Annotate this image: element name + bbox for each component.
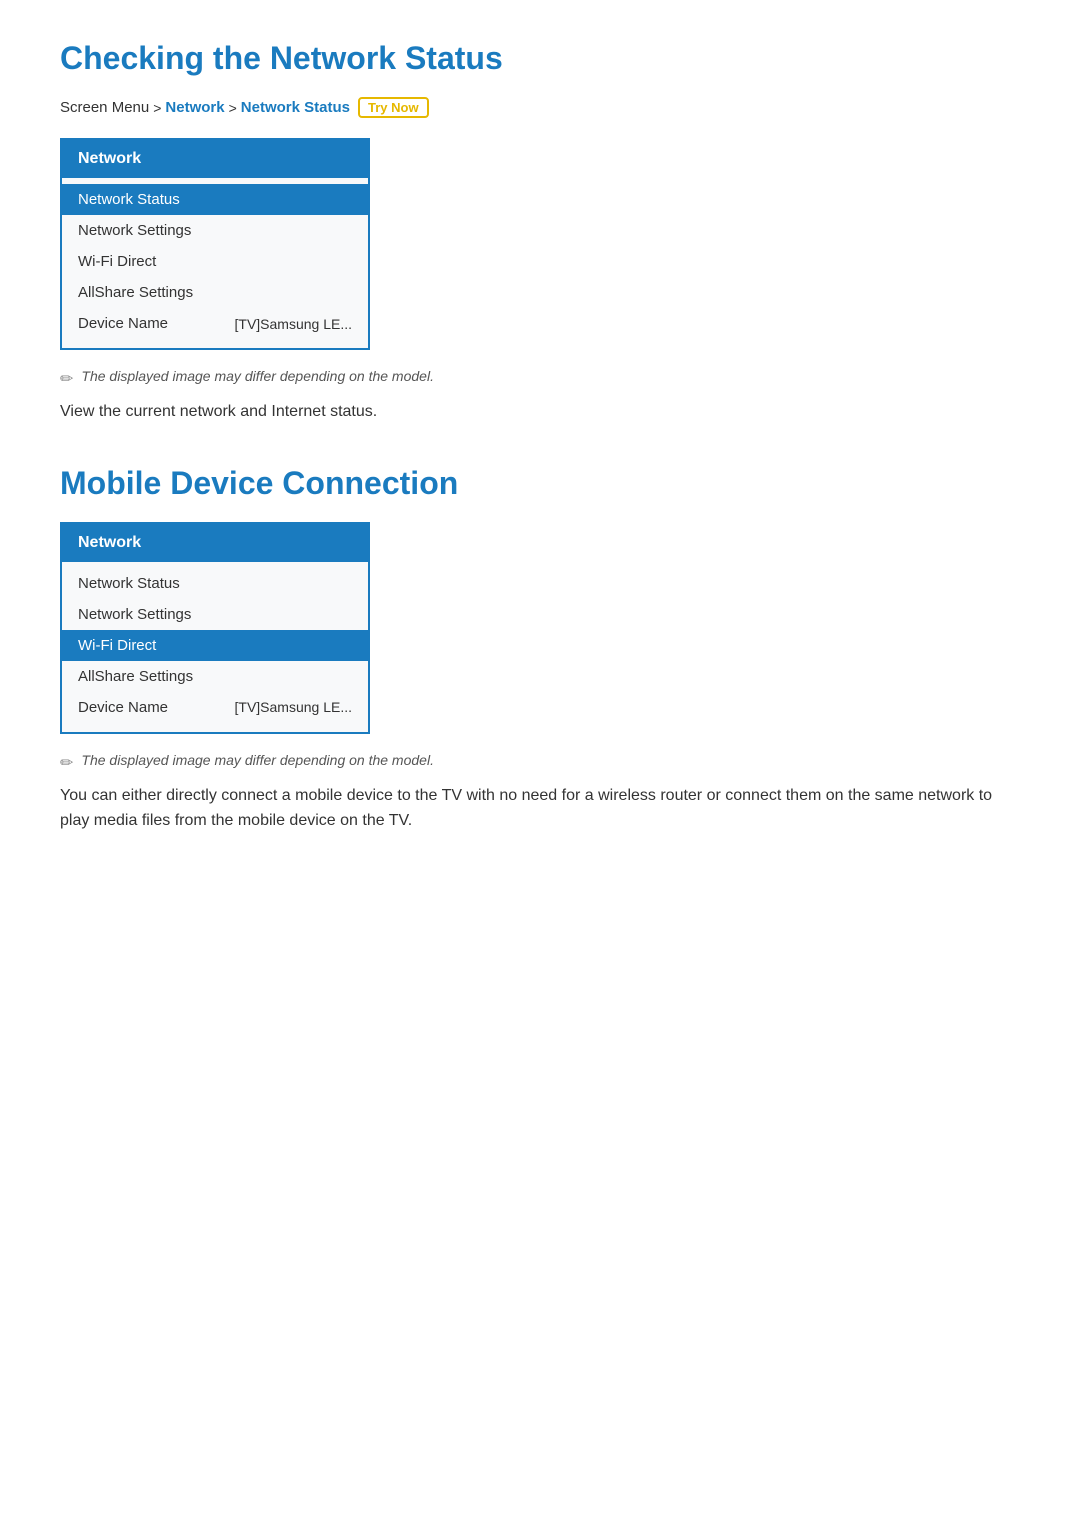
menu-item-allshare-settings-1[interactable]: AllShare Settings [62,277,368,308]
menu-item-label: Network Status [78,191,180,208]
menu-item-network-settings-1[interactable]: Network Settings [62,215,368,246]
section-title-2: Mobile Device Connection [60,465,1020,502]
menu-item-label: AllShare Settings [78,284,193,301]
menu-item-label: Network Settings [78,606,191,623]
pencil-icon-1: ✏ [60,369,73,389]
menu-item-label: Network Settings [78,222,191,239]
menu-item-value-device-name-2: [TV]Samsung LE... [235,699,353,715]
menu-item-device-name-2[interactable]: Device Name [TV]Samsung LE... [62,692,368,723]
note-text-2: The displayed image may differ depending… [81,752,434,768]
menu-items-1: Network Status Network Settings Wi-Fi Di… [62,178,368,348]
section-title-1: Checking the Network Status [60,40,1020,77]
breadcrumb-1: Screen Menu > Network > Network Status T… [60,97,1020,118]
menu-item-label: AllShare Settings [78,668,193,685]
menu-item-label: Device Name [78,315,168,332]
menu-item-wifi-direct-1[interactable]: Wi-Fi Direct [62,246,368,277]
breadcrumb-network-status[interactable]: Network Status [241,99,350,116]
description-1: View the current network and Internet st… [60,399,1020,425]
pencil-icon-2: ✏ [60,753,73,773]
menu-item-value-device-name-1: [TV]Samsung LE... [235,316,353,332]
menu-header-1: Network [62,140,368,178]
breadcrumb-separator-1: > [153,100,161,116]
menu-item-label: Wi-Fi Direct [78,637,156,654]
network-menu-1: Network Network Status Network Settings … [60,138,370,350]
menu-item-network-settings-2[interactable]: Network Settings [62,599,368,630]
section-mobile-device-connection: Mobile Device Connection Network Network… [60,465,1020,834]
note-row-1: ✏ The displayed image may differ dependi… [60,368,1020,389]
try-now-badge-1[interactable]: Try Now [358,97,429,118]
breadcrumb-screen-menu: Screen Menu [60,99,149,116]
menu-items-2: Network Status Network Settings Wi-Fi Di… [62,562,368,732]
breadcrumb-separator-2: > [229,100,237,116]
note-row-2: ✏ The displayed image may differ dependi… [60,752,1020,773]
menu-item-allshare-settings-2[interactable]: AllShare Settings [62,661,368,692]
breadcrumb-network-1[interactable]: Network [165,99,224,116]
network-menu-2: Network Network Status Network Settings … [60,522,370,734]
menu-item-network-status-1[interactable]: Network Status [62,184,368,215]
menu-header-2: Network [62,524,368,562]
menu-item-label: Wi-Fi Direct [78,253,156,270]
menu-item-wifi-direct-2[interactable]: Wi-Fi Direct [62,630,368,661]
section-checking-network-status: Checking the Network Status Screen Menu … [60,40,1020,425]
menu-item-network-status-2[interactable]: Network Status [62,568,368,599]
menu-item-device-name-1[interactable]: Device Name [TV]Samsung LE... [62,308,368,339]
note-text-1: The displayed image may differ depending… [81,368,434,384]
description-2: You can either directly connect a mobile… [60,783,1020,834]
menu-item-label: Network Status [78,575,180,592]
menu-item-label: Device Name [78,699,168,716]
